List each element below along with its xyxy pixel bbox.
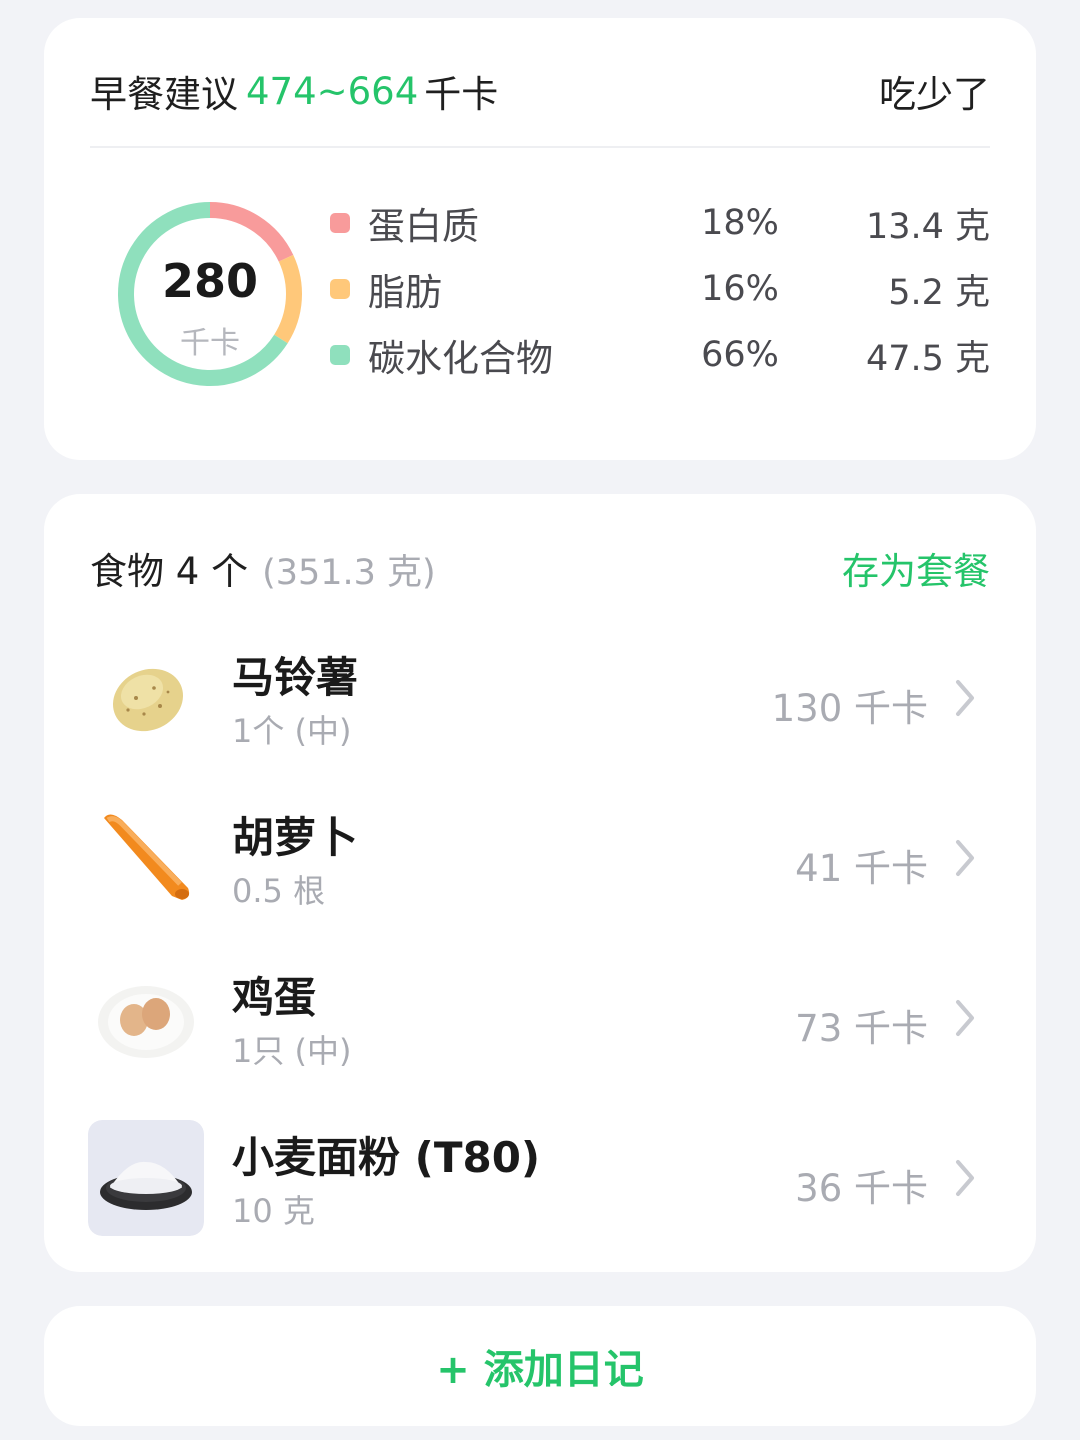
summary-header: 早餐建议 474~664 千卡 吃少了 [90, 66, 990, 148]
total-kcal: 280 [161, 254, 259, 308]
chevron-right-icon [956, 1160, 974, 1196]
protein-color-swatch [330, 213, 350, 233]
macro-list: 蛋白质 18% 13.4 克 脂肪 16% 5.2 克 碳水化合物 66% 47… [330, 190, 990, 388]
donut-center: 280 千卡 [116, 200, 304, 388]
macro-percent: 16% [701, 269, 779, 309]
food-name: 鸡蛋 [232, 973, 317, 1022]
egg-icon [88, 960, 204, 1076]
food-list-header: 食物 4 个 (351.3 克) 存为套餐 [90, 540, 990, 596]
food-name: 小麦面粉 (T80) [232, 1133, 541, 1182]
food-portion: 1个 (中) [232, 712, 352, 750]
macro-row-fat: 脂肪 16% 5.2 克 [330, 256, 990, 322]
carbs-color-swatch [330, 345, 350, 365]
food-portion: 0.5 根 [232, 872, 326, 910]
add-diary-button[interactable]: + 添加日记 [44, 1306, 1036, 1426]
macro-grams: 47.5 克 [865, 338, 990, 379]
fat-color-swatch [330, 279, 350, 299]
food-item-egg[interactable]: 鸡蛋 1只 (中) 73 千卡 [88, 960, 990, 1078]
macro-name: 脂肪 [368, 271, 442, 314]
potato-icon [88, 640, 204, 756]
total-kcal-unit: 千卡 [180, 326, 240, 361]
meal-suggestion-title: 早餐建议 474~664 千卡 [90, 64, 498, 118]
chevron-right-icon [956, 680, 974, 716]
add-diary-label: + 添加日记 [436, 1347, 644, 1393]
food-name: 胡萝卜 [232, 813, 359, 862]
macro-percent: 66% [701, 335, 779, 375]
flour-icon [88, 1120, 204, 1236]
calorie-range-unit: 千卡 [424, 73, 499, 116]
food-kcal: 36 千卡 [795, 1167, 928, 1210]
food-kcal: 73 千卡 [795, 1007, 928, 1050]
food-count: 食物 4 个 [90, 550, 249, 593]
food-item-potato[interactable]: 马铃薯 1个 (中) 130 千卡 [88, 640, 990, 758]
save-as-meal-button[interactable]: 存为套餐 [842, 541, 990, 595]
food-item-carrot[interactable]: 胡萝卜 0.5 根 41 千卡 [88, 800, 990, 918]
macro-donut-chart: 280 千卡 [116, 200, 304, 388]
calorie-range: 474~664 [246, 69, 419, 113]
macro-row-protein: 蛋白质 18% 13.4 克 [330, 190, 990, 256]
macro-row-carbs: 碳水化合物 66% 47.5 克 [330, 322, 990, 388]
meal-suggestion-label: 早餐建议 [90, 73, 238, 116]
macro-grams: 13.4 克 [865, 206, 990, 247]
macro-percent: 18% [701, 203, 779, 243]
food-list-card: 食物 4 个 (351.3 克) 存为套餐 马铃薯 1个 (中) 130 千卡 … [44, 494, 1036, 1272]
ate-less-status[interactable]: 吃少了 [879, 64, 990, 118]
carrot-icon [88, 800, 204, 916]
chevron-right-icon [956, 840, 974, 876]
food-name: 马铃薯 [232, 653, 359, 702]
food-total-weight: (351.3 克) [262, 553, 436, 593]
chevron-right-icon [956, 1000, 974, 1036]
macro-name: 蛋白质 [368, 205, 479, 248]
meal-summary-card: 早餐建议 474~664 千卡 吃少了 280 千卡 蛋白质 18% 13.4 … [44, 18, 1036, 460]
food-item-flour[interactable]: 小麦面粉 (T80) 10 克 36 千卡 [88, 1120, 990, 1238]
food-portion: 1只 (中) [232, 1032, 352, 1070]
food-kcal: 41 千卡 [795, 847, 928, 890]
macro-name: 碳水化合物 [368, 337, 553, 380]
food-kcal: 130 千卡 [771, 687, 928, 730]
macro-grams: 5.2 克 [888, 272, 990, 313]
food-portion: 10 克 [232, 1192, 315, 1230]
